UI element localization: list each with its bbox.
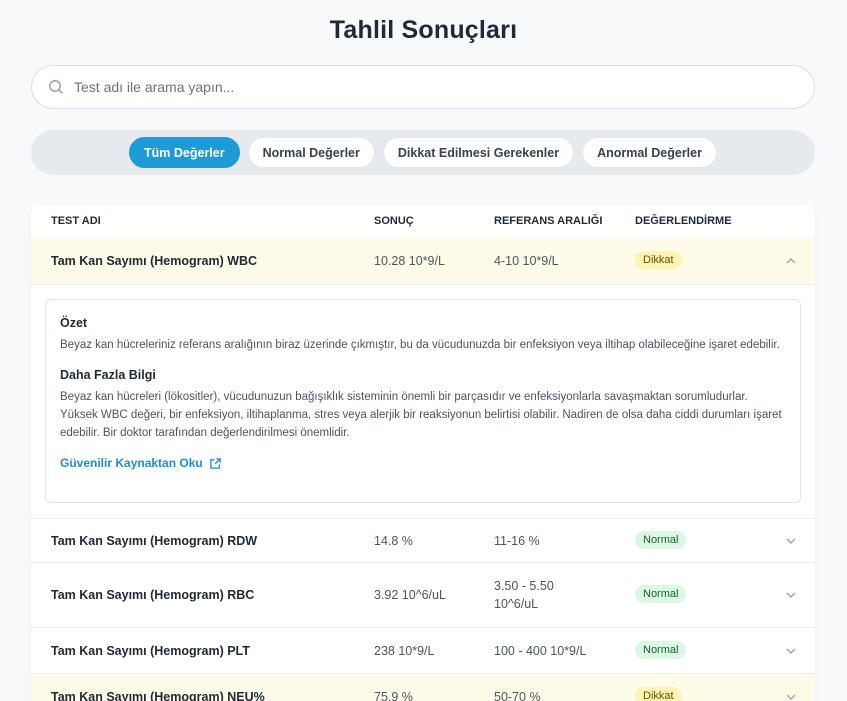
- row-reference-line1: 3.50 - 5.50: [494, 579, 554, 593]
- table-row-rdw[interactable]: Tam Kan Sayımı (Hemogram) RDW 14.8 % 11-…: [31, 519, 815, 563]
- search-bar[interactable]: [31, 65, 815, 109]
- detail-card: Özet Beyaz kan hücreleriniz referans ara…: [45, 299, 801, 503]
- row-test-name: Tam Kan Sayımı (Hemogram) RBC: [51, 588, 255, 602]
- page-title: Tahlil Sonuçları: [329, 16, 518, 44]
- external-link-icon: [209, 457, 221, 469]
- row-reference: 3.50 - 5.50 10^6/uL: [494, 577, 554, 613]
- chevron-down-icon[interactable]: [785, 535, 797, 547]
- row-detail-panel: Özet Beyaz kan hücreleriniz referans ara…: [31, 285, 815, 519]
- row-reference: 4-10 10*9/L: [494, 254, 559, 268]
- row-reference: 100 - 400 10*9/L: [494, 644, 587, 658]
- table-row-plt[interactable]: Tam Kan Sayımı (Hemogram) PLT 238 10*9/L…: [31, 628, 815, 674]
- header-test-name: TEST ADI: [51, 215, 101, 227]
- summary-text: Beyaz kan hücreleriniz referans aralığın…: [60, 339, 780, 351]
- row-test-name: Tam Kan Sayımı (Hemogram) WBC: [51, 254, 258, 268]
- status-badge: Normal: [635, 585, 687, 603]
- row-test-name: Tam Kan Sayımı (Hemogram) NEU%: [51, 690, 265, 701]
- more-info-heading: Daha Fazla Bilgi: [60, 368, 156, 382]
- chevron-down-icon[interactable]: [785, 645, 797, 657]
- row-reference: 11-16 %: [494, 534, 540, 548]
- row-reference-line2: 10^6/uL: [494, 597, 539, 611]
- row-test-name: Tam Kan Sayımı (Hemogram) PLT: [51, 644, 250, 658]
- header-evaluation: DEĞERLENDİRME: [635, 215, 732, 227]
- table-header: TEST ADI SONUÇ REFERANS ARALIĞI DEĞERLEN…: [31, 205, 815, 238]
- results-table: TEST ADI SONUÇ REFERANS ARALIĞI DEĞERLEN…: [31, 205, 815, 701]
- row-reference: 50-70 %: [494, 690, 541, 701]
- more-info-text: Beyaz kan hücreleri (lökositler), vücudu…: [60, 391, 782, 439]
- header-reference: REFERANS ARALIĞI: [494, 215, 603, 227]
- table-row-rbc[interactable]: Tam Kan Sayımı (Hemogram) RBC 3.92 10^6/…: [31, 563, 815, 628]
- status-badge: Normal: [635, 531, 687, 549]
- table-row-wbc[interactable]: Tam Kan Sayımı (Hemogram) WBC 10.28 10*9…: [31, 238, 815, 285]
- row-result: 75.9 %: [374, 690, 413, 701]
- filter-attention-button[interactable]: Dikkat Edilmesi Gerekenler: [382, 137, 575, 168]
- table-row-neu[interactable]: Tam Kan Sayımı (Hemogram) NEU% 75.9 % 50…: [31, 674, 815, 701]
- status-badge: Dikkat: [635, 687, 682, 701]
- chevron-up-icon[interactable]: [785, 255, 797, 267]
- trusted-source-link-label: Güvenilir Kaynaktan Oku: [60, 456, 203, 470]
- row-result: 14.8 %: [374, 534, 413, 548]
- row-result: 3.92 10^6/uL: [374, 588, 446, 602]
- status-badge: Normal: [635, 641, 687, 659]
- row-result: 10.28 10*9/L: [374, 254, 445, 268]
- trusted-source-link[interactable]: Güvenilir Kaynaktan Oku: [60, 456, 786, 470]
- chevron-down-icon[interactable]: [785, 589, 797, 601]
- filter-abnormal-button[interactable]: Anormal Değerler: [582, 137, 717, 168]
- status-badge: Dikkat: [635, 251, 682, 269]
- header-result: SONUÇ: [374, 215, 414, 227]
- row-result: 238 10*9/L: [374, 644, 435, 658]
- filter-all-button[interactable]: Tüm Değerler: [129, 137, 240, 168]
- search-input[interactable]: [74, 79, 774, 95]
- search-icon: [49, 80, 64, 95]
- summary-heading: Özet: [60, 316, 88, 330]
- row-test-name: Tam Kan Sayımı (Hemogram) RDW: [51, 534, 258, 548]
- filter-bar: Tüm Değerler Normal Değerler Dikkat Edil…: [31, 130, 815, 175]
- filter-normal-button[interactable]: Normal Değerler: [247, 137, 375, 168]
- chevron-down-icon[interactable]: [785, 691, 797, 701]
